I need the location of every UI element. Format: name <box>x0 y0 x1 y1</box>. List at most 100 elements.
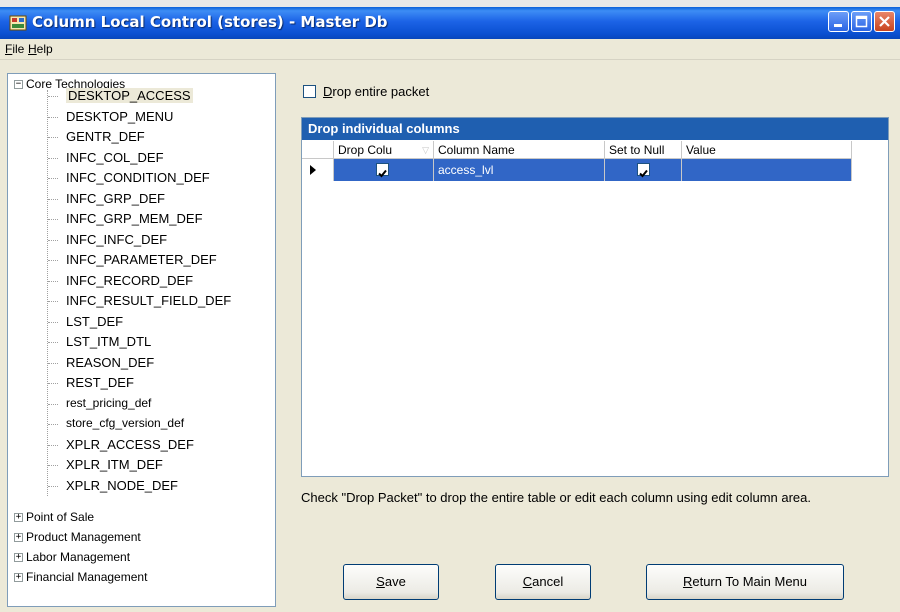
tree-item[interactable]: XPLR_ITM_DEF <box>66 457 163 472</box>
menu-help-label: elp <box>36 42 53 56</box>
header-set-to-null[interactable]: Set to Null <box>605 141 682 159</box>
expand-icon[interactable]: + <box>14 573 23 582</box>
return-to-main-menu-button[interactable]: Return To Main Menu <box>646 564 844 600</box>
tree-connector <box>48 342 58 343</box>
drop-mnemonic: D <box>323 84 333 99</box>
cancel-mnemonic: C <box>522 574 533 589</box>
tree-node-product-management[interactable]: Product Management <box>26 528 141 546</box>
cell-value[interactable] <box>682 159 852 181</box>
tree-connector <box>48 424 58 425</box>
tree-item[interactable]: INFC_RESULT_FIELD_DEF <box>66 293 231 308</box>
menu-bar: File Help <box>0 39 900 60</box>
tree-item[interactable]: store_cfg_version_def <box>66 416 184 430</box>
tree-node-financial-management[interactable]: Financial Management <box>26 568 147 586</box>
return-mnemonic: R <box>682 574 693 589</box>
tree-connector <box>48 485 58 487</box>
tree-item[interactable]: DESKTOP_ACCESS <box>66 88 193 103</box>
tree-connector <box>48 198 58 200</box>
columns-grid: Drop individual columns Drop Colu ▽ Colu… <box>301 117 889 477</box>
tree-item[interactable]: INFC_PARAMETER_DEF <box>66 252 217 267</box>
row-header-column <box>302 141 334 159</box>
tree-connector <box>48 219 58 220</box>
tree-node-labor-management[interactable]: Labor Management <box>26 548 130 566</box>
tree-connector <box>48 116 58 118</box>
save-button[interactable]: Save <box>343 564 439 600</box>
table-tree[interactable]: − Core Technologies DESKTOP_ACCESS DESKTO… <box>7 73 276 607</box>
tree-item[interactable]: GENTR_DEF <box>66 129 145 144</box>
expand-icon[interactable]: + <box>14 513 23 522</box>
save-mnemonic: S <box>376 574 385 589</box>
tree-item[interactable]: INFC_GRP_MEM_DEF <box>66 211 203 226</box>
header-column-name[interactable]: Column Name <box>434 141 605 159</box>
maximize-icon <box>855 15 868 28</box>
menu-file[interactable]: File <box>5 42 24 56</box>
tree-item[interactable]: XPLR_ACCESS_DEF <box>66 437 194 452</box>
tree-item[interactable]: rest_pricing_def <box>66 396 151 410</box>
tree-connector <box>48 383 58 384</box>
tree-item[interactable]: REST_DEF <box>66 375 134 390</box>
sort-icon: ▽ <box>422 145 429 155</box>
tree-connector <box>48 239 58 241</box>
tree-connector <box>48 157 58 159</box>
drop-label-text: rop entire packet <box>332 84 430 99</box>
tree-item[interactable]: INFC_CONDITION_DEF <box>66 170 210 185</box>
window-title: Column Local Control (stores) - Master D… <box>32 13 388 31</box>
title-bar[interactable]: Column Local Control (stores) - Master D… <box>0 7 900 39</box>
tree-connector <box>48 96 58 97</box>
menu-help-mnemonic: H <box>28 42 37 56</box>
tree-item[interactable]: INFC_COL_DEF <box>66 150 164 165</box>
collapse-icon[interactable]: − <box>14 80 23 89</box>
menu-file-label: ile <box>12 42 25 56</box>
background-strip <box>0 0 900 7</box>
expand-icon[interactable]: + <box>14 553 23 562</box>
tree-connector <box>48 137 58 138</box>
cell-drop-column[interactable] <box>334 159 434 181</box>
current-row-arrow-icon <box>310 165 316 175</box>
maximize-button[interactable] <box>851 11 872 32</box>
app-icon <box>9 15 27 31</box>
close-button[interactable] <box>874 11 895 32</box>
drop-entire-packet-checkbox[interactable] <box>303 85 316 98</box>
save-label: ave <box>384 574 406 589</box>
set-to-null-checkbox[interactable] <box>637 163 650 178</box>
tree-item[interactable]: XPLR_NODE_DEF <box>66 478 178 493</box>
row-selector[interactable] <box>302 159 334 181</box>
tree-connector <box>48 321 58 323</box>
menu-help[interactable]: Help <box>28 42 53 56</box>
header-drop-column-label: Drop Colu <box>338 143 393 157</box>
minimize-icon <box>834 24 842 27</box>
cell-column-name[interactable]: access_lvl <box>434 159 605 181</box>
tree-connector <box>48 362 58 364</box>
tree-item[interactable]: LST_ITM_DTL <box>66 334 151 349</box>
tree-item[interactable]: LST_DEF <box>66 314 123 329</box>
cell-set-to-null[interactable] <box>605 159 682 181</box>
tree-connector <box>48 403 58 405</box>
tree-item[interactable]: REASON_DEF <box>66 355 154 370</box>
tree-item[interactable]: DESKTOP_MENU <box>66 109 173 124</box>
checkmark-icon <box>639 169 648 178</box>
expand-icon[interactable]: + <box>14 533 23 542</box>
close-icon <box>879 16 890 27</box>
tree-item[interactable]: INFC_RECORD_DEF <box>66 273 193 288</box>
drop-column-checkbox[interactable] <box>376 163 389 178</box>
checkmark-icon <box>378 169 387 178</box>
minimize-button[interactable] <box>828 11 849 32</box>
cancel-button[interactable]: Cancel <box>495 564 591 600</box>
tree-item[interactable]: INFC_GRP_DEF <box>66 191 165 206</box>
tree-node-point-of-sale[interactable]: Point of Sale <box>26 508 94 526</box>
tree-connector <box>48 301 58 302</box>
app-window: Column Local Control (stores) - Master D… <box>0 0 900 612</box>
tree-item[interactable]: INFC_INFC_DEF <box>66 232 167 247</box>
header-drop-column[interactable]: Drop Colu ▽ <box>334 141 434 159</box>
tree-connector <box>48 280 58 282</box>
header-value[interactable]: Value <box>682 141 852 159</box>
tree-connector-line <box>47 90 48 496</box>
tree-connector <box>48 260 58 261</box>
grid-caption: Drop individual columns <box>302 118 888 140</box>
tree-connector <box>48 178 58 179</box>
help-text: Check "Drop Packet" to drop the entire t… <box>301 490 812 505</box>
tree-connector <box>48 465 58 466</box>
return-label: eturn To Main Menu <box>692 574 808 589</box>
cancel-label: ancel <box>532 574 564 589</box>
drop-entire-packet-label[interactable]: Drop entire packet <box>323 84 429 99</box>
